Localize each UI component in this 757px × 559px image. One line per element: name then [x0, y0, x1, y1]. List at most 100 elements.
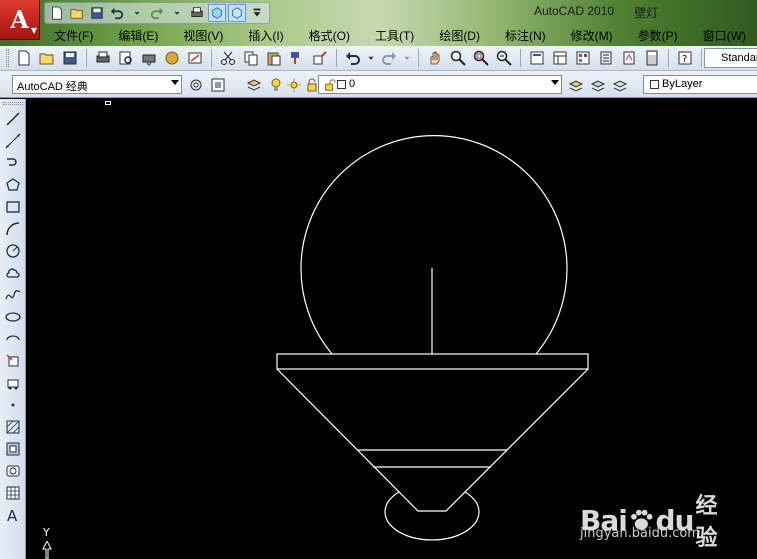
- insert-block-icon[interactable]: [3, 351, 23, 371]
- chevron-down-icon: ▼: [30, 25, 37, 35]
- chevron-down-icon[interactable]: [402, 48, 412, 68]
- redo-icon[interactable]: [148, 4, 166, 22]
- menu-view[interactable]: 视图(V): [169, 27, 234, 44]
- chevron-down-icon[interactable]: [128, 4, 146, 22]
- menu-format[interactable]: 格式(O): [295, 27, 361, 44]
- multiline-text-icon[interactable]: A: [3, 505, 23, 525]
- chevron-down-icon: [551, 80, 559, 85]
- undo-icon[interactable]: [343, 48, 363, 68]
- calculator-icon[interactable]: [642, 48, 662, 68]
- watermark-url: jingyan.baidu.com: [580, 526, 700, 541]
- cut-icon[interactable]: [218, 48, 238, 68]
- ellipse-arc-icon[interactable]: [3, 329, 23, 349]
- hatch-tool-icon[interactable]: [3, 417, 23, 437]
- menu-dimension[interactable]: 标注(N): [491, 27, 557, 44]
- plot-icon[interactable]: [188, 4, 206, 22]
- toolbar-grip[interactable]: [6, 49, 9, 67]
- sun-icon[interactable]: [284, 75, 304, 95]
- toolbar-separator: [211, 49, 212, 67]
- layer-previous-icon[interactable]: [588, 75, 608, 95]
- workspace-save-icon[interactable]: [208, 75, 228, 95]
- menu-parametric[interactable]: 参数(P): [624, 27, 689, 44]
- undo-icon[interactable]: [108, 4, 126, 22]
- workspace-settings-icon[interactable]: [186, 75, 206, 95]
- menu-edit[interactable]: 编辑(E): [104, 27, 169, 44]
- menu-file[interactable]: 文件(F): [40, 27, 104, 44]
- polygon-tool-icon[interactable]: [3, 175, 23, 195]
- publish-web-icon[interactable]: [185, 48, 205, 68]
- sheet-set-icon[interactable]: [596, 48, 616, 68]
- region-tool-icon[interactable]: [3, 461, 23, 481]
- pan-icon[interactable]: [425, 48, 445, 68]
- publish-icon[interactable]: [139, 48, 159, 68]
- ellipse-tool-icon[interactable]: [3, 307, 23, 327]
- toolbar-grip[interactable]: [3, 102, 23, 105]
- layer-state-icon[interactable]: [610, 75, 630, 95]
- zoom-realtime-icon[interactable]: [448, 48, 468, 68]
- layer-color-swatch: [337, 80, 346, 89]
- chevron-down-icon[interactable]: [366, 48, 376, 68]
- arc-tool-icon[interactable]: [3, 219, 23, 239]
- table-tool-icon[interactable]: [3, 483, 23, 503]
- menu-tools[interactable]: 工具(T): [361, 27, 425, 44]
- color-select[interactable]: ByLayer: [643, 75, 757, 94]
- baidu-watermark: Bai du 经验 jingyan.baidu.com: [580, 488, 730, 551]
- 3d-dwf-icon[interactable]: [162, 48, 182, 68]
- make-block-icon[interactable]: [3, 373, 23, 393]
- new-file-icon[interactable]: [14, 48, 34, 68]
- match-properties-icon[interactable]: [287, 48, 307, 68]
- app-title: AutoCAD 2010: [534, 4, 615, 18]
- line-tool-icon[interactable]: [3, 109, 23, 129]
- properties-icon[interactable]: [527, 48, 547, 68]
- menu-modify[interactable]: 修改(M): [557, 27, 624, 44]
- make-current-layer-icon[interactable]: [566, 75, 586, 95]
- new-file-icon[interactable]: [48, 4, 66, 22]
- zoom-previous-icon[interactable]: [494, 48, 514, 68]
- layer-properties-icon[interactable]: [244, 75, 264, 95]
- plot-preview-icon[interactable]: [116, 48, 136, 68]
- text-style-combo[interactable]: Standard: [704, 48, 757, 68]
- open-folder-icon[interactable]: [68, 4, 86, 22]
- redo-icon[interactable]: [379, 48, 399, 68]
- baidu-logo: Bai du 经验: [580, 488, 730, 552]
- save-icon[interactable]: [60, 48, 80, 68]
- gradient-tool-icon[interactable]: [3, 439, 23, 459]
- color-swatch: [650, 80, 659, 89]
- spline-tool-icon[interactable]: [3, 285, 23, 305]
- lightbulb-icon[interactable]: [266, 75, 286, 95]
- window-title: AutoCAD 2010 壁灯: [534, 4, 658, 21]
- design-center-icon[interactable]: [550, 48, 570, 68]
- menu-draw[interactable]: 绘图(D): [425, 27, 491, 44]
- revision-cloud-icon[interactable]: [3, 263, 23, 283]
- polyline-tool-icon[interactable]: [3, 153, 23, 173]
- document-title: 壁灯: [634, 6, 659, 20]
- rectangle-tool-icon[interactable]: [3, 197, 23, 217]
- jingyan-label: 经验: [695, 494, 717, 551]
- open-folder-icon[interactable]: [37, 48, 57, 68]
- copy-icon[interactable]: [241, 48, 261, 68]
- menu-window[interactable]: 窗口(W): [689, 27, 757, 44]
- markup-icon[interactable]: [619, 48, 639, 68]
- point-tool-icon[interactable]: [3, 395, 23, 415]
- application-menu-button[interactable]: A ▼: [0, 0, 40, 40]
- layer-select[interactable]: 0: [318, 75, 562, 94]
- circle-tool-icon[interactable]: [3, 241, 23, 261]
- zoom-window-icon[interactable]: [471, 48, 491, 68]
- lamp-globe-arc: [300, 135, 568, 355]
- workspace-select[interactable]: AutoCAD 经典: [12, 75, 182, 94]
- plot-icon[interactable]: [93, 48, 113, 68]
- paste-icon[interactable]: [264, 48, 284, 68]
- block-editor-icon[interactable]: [310, 48, 330, 68]
- construction-line-icon[interactable]: [3, 131, 23, 151]
- svg-text:A: A: [7, 507, 18, 523]
- 3d-box-icon[interactable]: [208, 4, 226, 22]
- chevron-down-icon[interactable]: [168, 4, 186, 22]
- menu-bar: 文件(F) 编辑(E) 视图(V) 插入(I) 格式(O) 工具(T) 绘图(D…: [40, 26, 757, 44]
- menu-insert[interactable]: 插入(I): [234, 27, 294, 44]
- customize-toolbar-icon[interactable]: [248, 4, 266, 22]
- lamp-collar: [276, 353, 589, 370]
- 3d-box-icon[interactable]: [228, 4, 246, 22]
- save-icon[interactable]: [88, 4, 106, 22]
- help-icon[interactable]: ?: [675, 48, 695, 68]
- tool-palettes-icon[interactable]: [573, 48, 593, 68]
